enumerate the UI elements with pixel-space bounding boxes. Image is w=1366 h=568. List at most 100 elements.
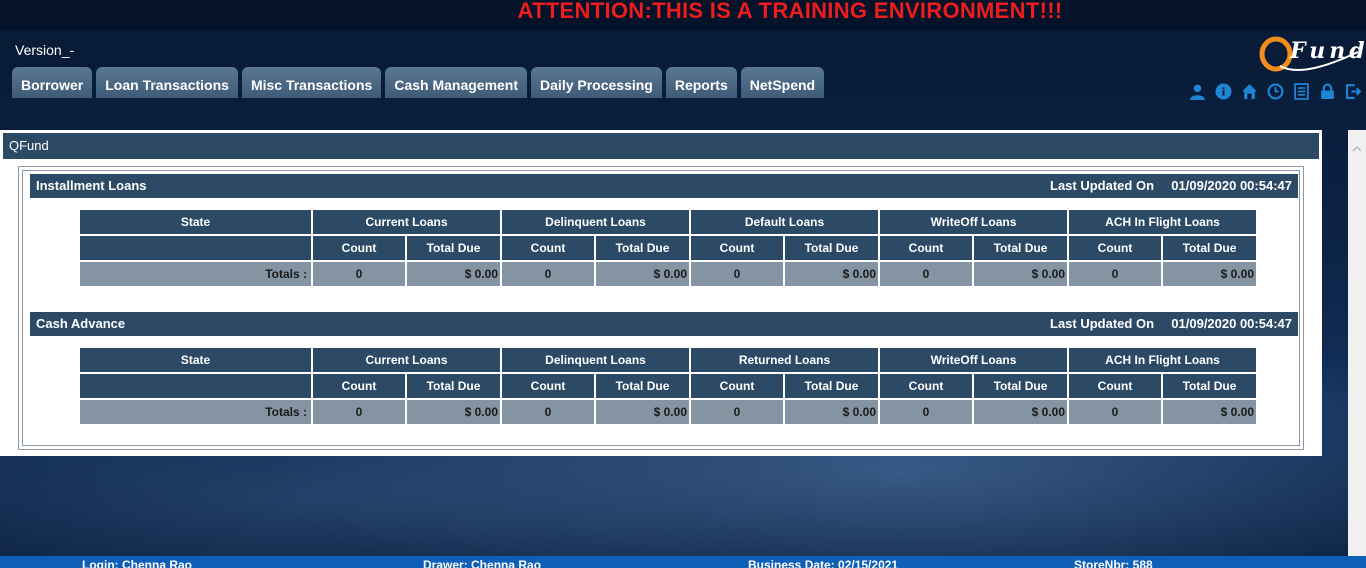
totals-writeoff-count: 0: [880, 400, 972, 424]
subheader-total-due: Total Due: [974, 236, 1067, 260]
vertical-scrollbar[interactable]: [1348, 130, 1366, 556]
totals-label: Totals :: [80, 400, 311, 424]
logo-text: Fund: [1290, 38, 1366, 64]
col-delinquent-loans: Delinquent Loans: [502, 210, 689, 234]
cash-advance-title: Cash Advance: [36, 316, 126, 331]
subheader-blank: [80, 236, 311, 260]
col-writeoff-loans: WriteOff Loans: [880, 348, 1067, 372]
subheader-total-due: Total Due: [1163, 374, 1256, 398]
col-writeoff-loans: WriteOff Loans: [880, 210, 1067, 234]
tab-daily-processing[interactable]: Daily Processing: [531, 67, 662, 98]
totals-delinquent-count: 0: [502, 400, 594, 424]
subheader-count: Count: [691, 236, 783, 260]
cash-advance-table: State Current Loans Delinquent Loans Ret…: [78, 346, 1258, 426]
totals-returned-due: $ 0.00: [785, 400, 878, 424]
subheader-total-due: Total Due: [1163, 236, 1256, 260]
totals-current-due: $ 0.00: [407, 262, 500, 286]
status-login: Login: Chenna Rao: [82, 558, 192, 568]
totals-row: Totals : 0 $ 0.00 0 $ 0.00 0 $ 0.00 0 $ …: [80, 400, 1256, 424]
subheader-count: Count: [880, 236, 972, 260]
tab-netspend[interactable]: NetSpend: [740, 67, 825, 98]
last-updated-value: 01/09/2020 00:54:47: [1171, 178, 1292, 193]
totals-ach-count: 0: [1069, 400, 1161, 424]
scroll-up-icon[interactable]: [1352, 144, 1362, 154]
status-bar: Login: Chenna Rao Drawer: Chenna Rao Bus…: [0, 556, 1366, 568]
table-header-row: State Current Loans Delinquent Loans Def…: [80, 210, 1256, 234]
subheader-total-due: Total Due: [407, 236, 500, 260]
training-banner: ATTENTION:THIS IS A TRAINING ENVIRONMENT…: [517, 0, 1063, 23]
totals-current-due: $ 0.00: [407, 400, 500, 424]
status-business-date: Business Date: 02/15/2021: [748, 558, 899, 568]
totals-ach-due: $ 0.00: [1163, 262, 1256, 286]
tab-cash-management[interactable]: Cash Management: [385, 67, 528, 98]
col-state: State: [80, 210, 311, 234]
totals-delinquent-count: 0: [502, 262, 594, 286]
subheader-total-due: Total Due: [596, 374, 689, 398]
clock-icon[interactable]: [1264, 82, 1286, 100]
subheader-blank: [80, 374, 311, 398]
logout-icon[interactable]: [1342, 82, 1364, 100]
qfund-logo: Fund: [1258, 32, 1365, 80]
subheader-count: Count: [502, 236, 594, 260]
totals-default-due: $ 0.00: [785, 262, 878, 286]
totals-ach-due: $ 0.00: [1163, 400, 1256, 424]
table-subheader-row: Count Total Due Count Total Due Count To…: [80, 374, 1256, 398]
main-tabs: Borrower Loan Transactions Misc Transact…: [12, 67, 825, 98]
table-subheader-row: Count Total Due Count Total Due Count To…: [80, 236, 1256, 260]
totals-writeoff-count: 0: [880, 262, 972, 286]
home-icon[interactable]: [1238, 82, 1260, 100]
totals-label: Totals :: [80, 262, 311, 286]
subheader-total-due: Total Due: [785, 236, 878, 260]
totals-writeoff-due: $ 0.00: [974, 262, 1067, 286]
totals-default-count: 0: [691, 262, 783, 286]
totals-current-count: 0: [313, 262, 405, 286]
totals-delinquent-due: $ 0.00: [596, 262, 689, 286]
subheader-count: Count: [313, 374, 405, 398]
panel-inner-frame: Installment Loans Last Updated On 01/09/…: [22, 170, 1300, 446]
status-store-number: StoreNbr: 588: [1074, 558, 1153, 568]
col-state: State: [80, 348, 311, 372]
user-icon[interactable]: [1186, 82, 1208, 100]
panel-outer-frame: Installment Loans Last Updated On 01/09/…: [18, 166, 1304, 450]
version-label: Version_-: [15, 42, 75, 58]
subheader-total-due: Total Due: [785, 374, 878, 398]
totals-current-count: 0: [313, 400, 405, 424]
tab-misc-transactions[interactable]: Misc Transactions: [241, 67, 382, 98]
tab-reports[interactable]: Reports: [665, 67, 737, 98]
subheader-total-due: Total Due: [407, 374, 500, 398]
installment-loans-title: Installment Loans: [36, 178, 147, 193]
dashboard-panel: QFund Installment Loans Last Updated On …: [0, 130, 1322, 456]
last-updated-label: Last Updated On: [1050, 178, 1155, 193]
lock-icon[interactable]: [1316, 82, 1338, 100]
subheader-count: Count: [502, 374, 594, 398]
col-default-loans: Default Loans: [691, 210, 878, 234]
installment-loans-table: State Current Loans Delinquent Loans Def…: [78, 208, 1258, 288]
installment-last-updated: Last Updated On 01/09/2020 00:54:47: [1050, 174, 1292, 198]
col-delinquent-loans: Delinquent Loans: [502, 348, 689, 372]
totals-writeoff-due: $ 0.00: [974, 400, 1067, 424]
cash-advance-header: Cash Advance Last Updated On 01/09/2020 …: [30, 312, 1298, 336]
totals-row: Totals : 0 $ 0.00 0 $ 0.00 0 $ 0.00 0 $ …: [80, 262, 1256, 286]
totals-delinquent-due: $ 0.00: [596, 400, 689, 424]
col-current-loans: Current Loans: [313, 210, 500, 234]
list-icon[interactable]: [1290, 82, 1312, 100]
col-returned-loans: Returned Loans: [691, 348, 878, 372]
totals-ach-count: 0: [1069, 262, 1161, 286]
subheader-total-due: Total Due: [596, 236, 689, 260]
subheader-count: Count: [1069, 374, 1161, 398]
subheader-count: Count: [1069, 236, 1161, 260]
totals-returned-count: 0: [691, 400, 783, 424]
subheader-total-due: Total Due: [974, 374, 1067, 398]
subheader-count: Count: [691, 374, 783, 398]
info-icon[interactable]: [1212, 82, 1234, 100]
panel-title: QFund: [3, 133, 1319, 159]
cash-advance-last-updated: Last Updated On 01/09/2020 00:54:47: [1050, 312, 1292, 336]
subheader-count: Count: [313, 236, 405, 260]
col-ach-inflight-loans: ACH In Flight Loans: [1069, 210, 1256, 234]
installment-loans-header: Installment Loans Last Updated On 01/09/…: [30, 174, 1298, 198]
tab-borrower[interactable]: Borrower: [12, 67, 93, 98]
col-ach-inflight-loans: ACH In Flight Loans: [1069, 348, 1256, 372]
col-current-loans: Current Loans: [313, 348, 500, 372]
tab-loan-transactions[interactable]: Loan Transactions: [96, 67, 238, 98]
last-updated-label: Last Updated On: [1050, 316, 1155, 331]
